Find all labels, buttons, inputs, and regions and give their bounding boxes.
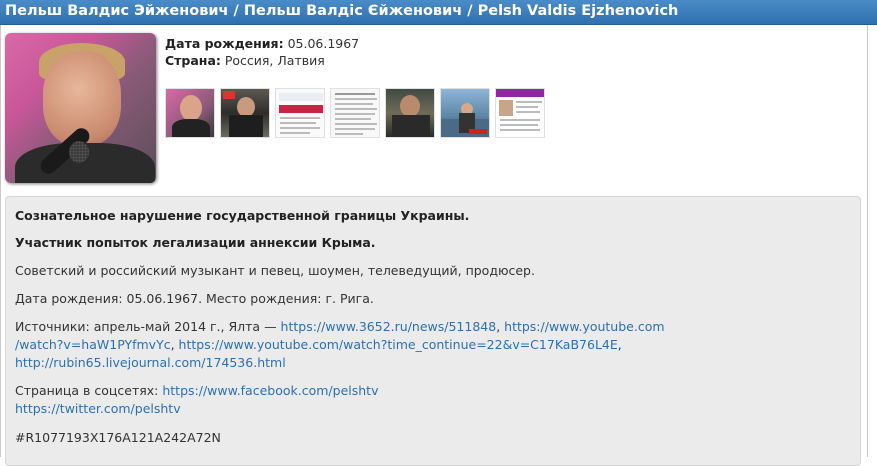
profile-thumb-7[interactable] <box>495 88 545 138</box>
country-value: Россия, Латвия <box>224 53 325 68</box>
social-prefix: Страница в соцсетях: <box>15 383 163 398</box>
person-info: Дата рождения: 05.06.1967 Страна: Россия… <box>165 35 359 69</box>
person-title: Пельш Валдис Эйженович / Пельш Валдіс Єй… <box>5 3 679 19</box>
photo-thumb-6[interactable] <box>440 88 490 138</box>
photo-thumb-1[interactable] <box>165 88 215 138</box>
sources-prefix: Источники: апрель-май 2014 г., Ялта — <box>15 319 281 334</box>
source-link-3[interactable]: https://www.youtube.com/watch?time_conti… <box>179 337 618 352</box>
headline-border-violation: Сознательное нарушение государственной г… <box>15 208 470 223</box>
page-header: Пельш Валдис Эйженович / Пельш Валдіс Єй… <box>0 0 877 25</box>
bio-text: Советский и российский музыкант и певец,… <box>15 263 535 278</box>
profile-photo[interactable] <box>5 33 156 183</box>
document-thumb-3[interactable] <box>275 88 325 138</box>
twitter-link[interactable]: https://twitter.com/pelshtv <box>15 401 181 416</box>
country-row: Страна: Россия, Латвия <box>165 52 359 69</box>
source-link-1[interactable]: https://www.3652.ru/news/511848 <box>281 319 497 334</box>
record-code: #R1077193X176A121A242A72N <box>15 430 221 445</box>
birth-text: Дата рождения: 05.06.1967. Место рождени… <box>15 291 374 306</box>
birth-date-value: 05.06.1967 <box>287 36 360 51</box>
sources-paragraph: Источники: апрель-май 2014 г., Ялта — ht… <box>15 319 665 370</box>
country-label: Страна: <box>165 53 221 68</box>
source-link-4[interactable]: http://rubin65.livejournal.com/174536.ht… <box>15 355 286 370</box>
facebook-link[interactable]: https://www.facebook.com/pelshtv <box>162 383 378 398</box>
social-paragraph: Страница в соцсетях: https://www.faceboo… <box>15 382 850 418</box>
photo-thumb-2[interactable] <box>220 88 270 138</box>
document-thumb-4[interactable] <box>330 88 380 138</box>
photo-thumb-5[interactable] <box>385 88 435 138</box>
headline-crimea: Участник попыток легализации аннексии Кр… <box>15 235 376 250</box>
description-panel: Сознательное нарушение государственной г… <box>5 196 861 466</box>
birth-date-row: Дата рождения: 05.06.1967 <box>165 35 359 52</box>
birth-date-label: Дата рождения: <box>165 36 284 51</box>
